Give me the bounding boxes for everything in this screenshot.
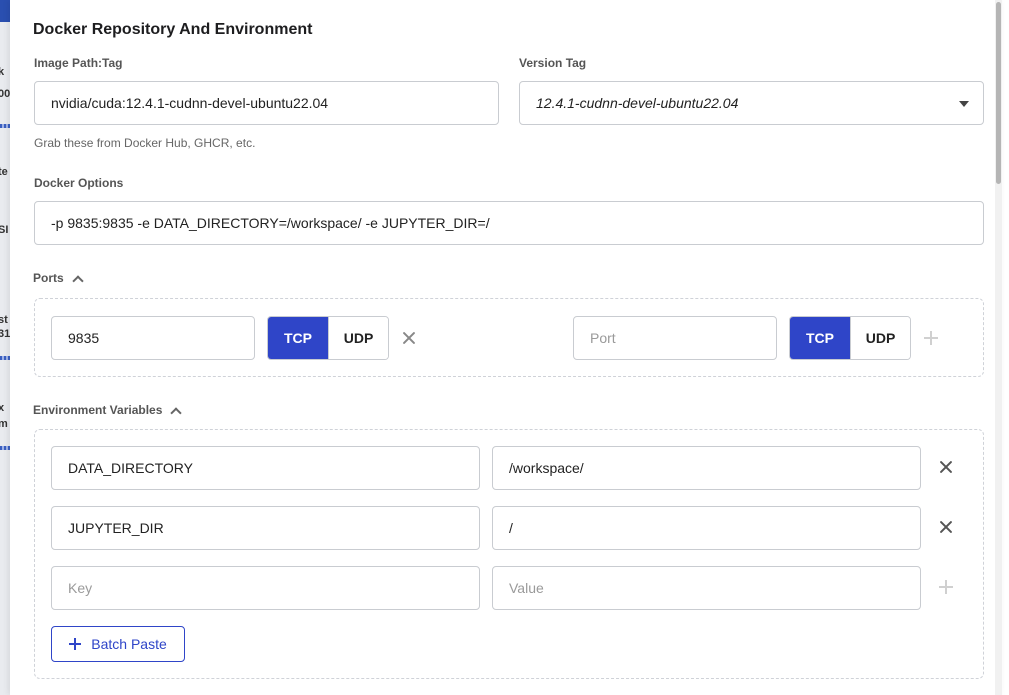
version-tag-label: Version Tag xyxy=(519,56,587,70)
remove-env-icon[interactable] xyxy=(939,520,953,534)
chevron-up-icon xyxy=(72,274,84,287)
background-text-fragment: m xyxy=(0,418,8,430)
background-header-bar xyxy=(0,0,10,22)
env-value-input[interactable]: / xyxy=(492,506,921,550)
batch-paste-button[interactable]: Batch Paste xyxy=(51,626,185,662)
remove-port-icon[interactable] xyxy=(402,331,416,345)
port-input[interactable]: 9835 xyxy=(51,316,255,360)
tcp-option[interactable]: TCP xyxy=(268,317,328,359)
env-value-input[interactable]: /workspace/ xyxy=(492,446,921,490)
docker-options-label: Docker Options xyxy=(34,176,124,190)
scrollbar-thumb[interactable] xyxy=(996,2,1001,184)
image-path-label: Image Path:Tag xyxy=(34,56,123,70)
background-progress xyxy=(0,446,10,450)
background-text-fragment: x xyxy=(0,402,5,414)
background-page-strip: k 00 te SI st 31 x m xyxy=(0,0,10,695)
new-env-value-input[interactable]: Value xyxy=(492,566,921,610)
ports-label: Ports xyxy=(33,271,64,285)
new-port-protocol-toggle: TCP UDP xyxy=(789,316,911,360)
docker-settings-panel: Docker Repository And Environment Image … xyxy=(10,0,1002,695)
env-key-input[interactable]: JUPYTER_DIR xyxy=(51,506,480,550)
image-path-hint: Grab these from Docker Hub, GHCR, etc. xyxy=(34,136,256,150)
background-text-fragment: SI xyxy=(0,224,9,236)
batch-paste-label: Batch Paste xyxy=(91,636,167,652)
background-text-fragment: 00 xyxy=(0,88,10,100)
background-text-fragment: k xyxy=(0,66,5,78)
dropdown-caret-icon xyxy=(959,101,969,107)
add-env-icon[interactable] xyxy=(939,580,953,594)
background-text-fragment: st xyxy=(0,314,8,326)
background-progress xyxy=(0,124,10,128)
env-section-toggle[interactable]: Environment Variables xyxy=(33,403,183,419)
ports-section-toggle[interactable]: Ports xyxy=(33,271,84,287)
udp-option[interactable]: UDP xyxy=(328,317,388,359)
background-progress xyxy=(0,356,10,360)
port-protocol-toggle: TCP UDP xyxy=(267,316,389,360)
env-key-input[interactable]: DATA_DIRECTORY xyxy=(51,446,480,490)
version-tag-select[interactable]: 12.4.1-cudnn-devel-ubuntu22.04 xyxy=(519,81,984,125)
new-port-input[interactable]: Port xyxy=(573,316,777,360)
chevron-up-icon xyxy=(170,406,183,419)
background-text-fragment: 31 xyxy=(0,328,10,340)
plus-icon xyxy=(69,638,82,650)
docker-options-input[interactable]: -p 9835:9835 -e DATA_DIRECTORY=/workspac… xyxy=(34,201,984,245)
image-path-input[interactable]: nvidia/cuda:12.4.1-cudnn-devel-ubuntu22.… xyxy=(34,81,499,125)
version-tag-value: 12.4.1-cudnn-devel-ubuntu22.04 xyxy=(536,95,739,111)
background-text-fragment: te xyxy=(0,166,8,178)
new-env-key-input[interactable]: Key xyxy=(51,566,480,610)
tcp-option[interactable]: TCP xyxy=(790,317,850,359)
add-port-icon[interactable] xyxy=(924,331,938,345)
scrollbar[interactable] xyxy=(995,0,1002,695)
env-label: Environment Variables xyxy=(33,403,163,417)
section-title: Docker Repository And Environment xyxy=(33,21,313,38)
udp-option[interactable]: UDP xyxy=(850,317,910,359)
remove-env-icon[interactable] xyxy=(939,460,953,474)
